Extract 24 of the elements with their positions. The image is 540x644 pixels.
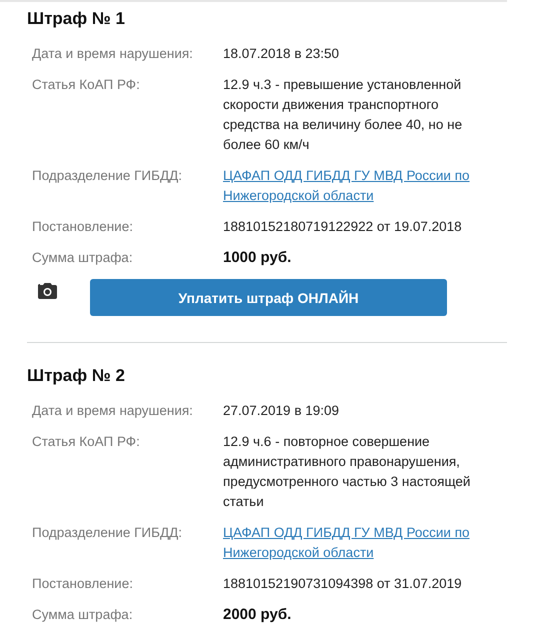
field-label: Дата и время нарушения: [32, 45, 194, 63]
field-label: Подразделение ГИБДД: [32, 167, 184, 185]
department-link[interactable]: ЦАФАП ОДД ГИБДД ГУ МВД России по Нижегородской области [223, 523, 485, 563]
field-label: Сумма штрафа: [32, 249, 134, 267]
field-label: Подразделение ГИБДД: [32, 524, 184, 542]
field-label: Постановление: [32, 218, 134, 236]
field-value: 18.07.2018 в 23:50 [223, 45, 340, 63]
fine-amount: 2000 руб. [223, 605, 292, 625]
fine-title: Штраф № 1 [27, 8, 126, 30]
field-value: 12.9 ч.6 - повторное совершение административного правонарушения, предусмотренного частью 3 настоящей статьи [223, 433, 472, 511]
camera-icon[interactable] [38, 282, 57, 299]
field-label: Статья КоАП РФ: [32, 76, 141, 94]
field-value: 18810152190731094398 от 31.07.2019 [223, 575, 463, 593]
field-label: Статья КоАП РФ: [32, 433, 141, 451]
field-label: Сумма штрафа: [32, 606, 134, 624]
pay-online-button[interactable]: Уплатить штраф ОНЛАЙН [90, 279, 447, 316]
field-label: Дата и время нарушения: [32, 402, 194, 420]
field-value: 12.9 ч.3 - превышение установленной скорости движения транспортного средства на величину более 40, но не более 60 км/ч [223, 76, 464, 154]
fine-amount: 1000 руб. [223, 248, 292, 268]
fine-title: Штраф № 2 [27, 365, 126, 387]
department-link[interactable]: ЦАФАП ОДД ГИБДД ГУ МВД России по Нижегородской области [223, 166, 485, 206]
field-value: 27.07.2019 в 19:09 [223, 402, 340, 420]
field-label: Постановление: [32, 575, 134, 593]
field-value: 18810152180719122922 от 19.07.2018 [223, 218, 463, 236]
